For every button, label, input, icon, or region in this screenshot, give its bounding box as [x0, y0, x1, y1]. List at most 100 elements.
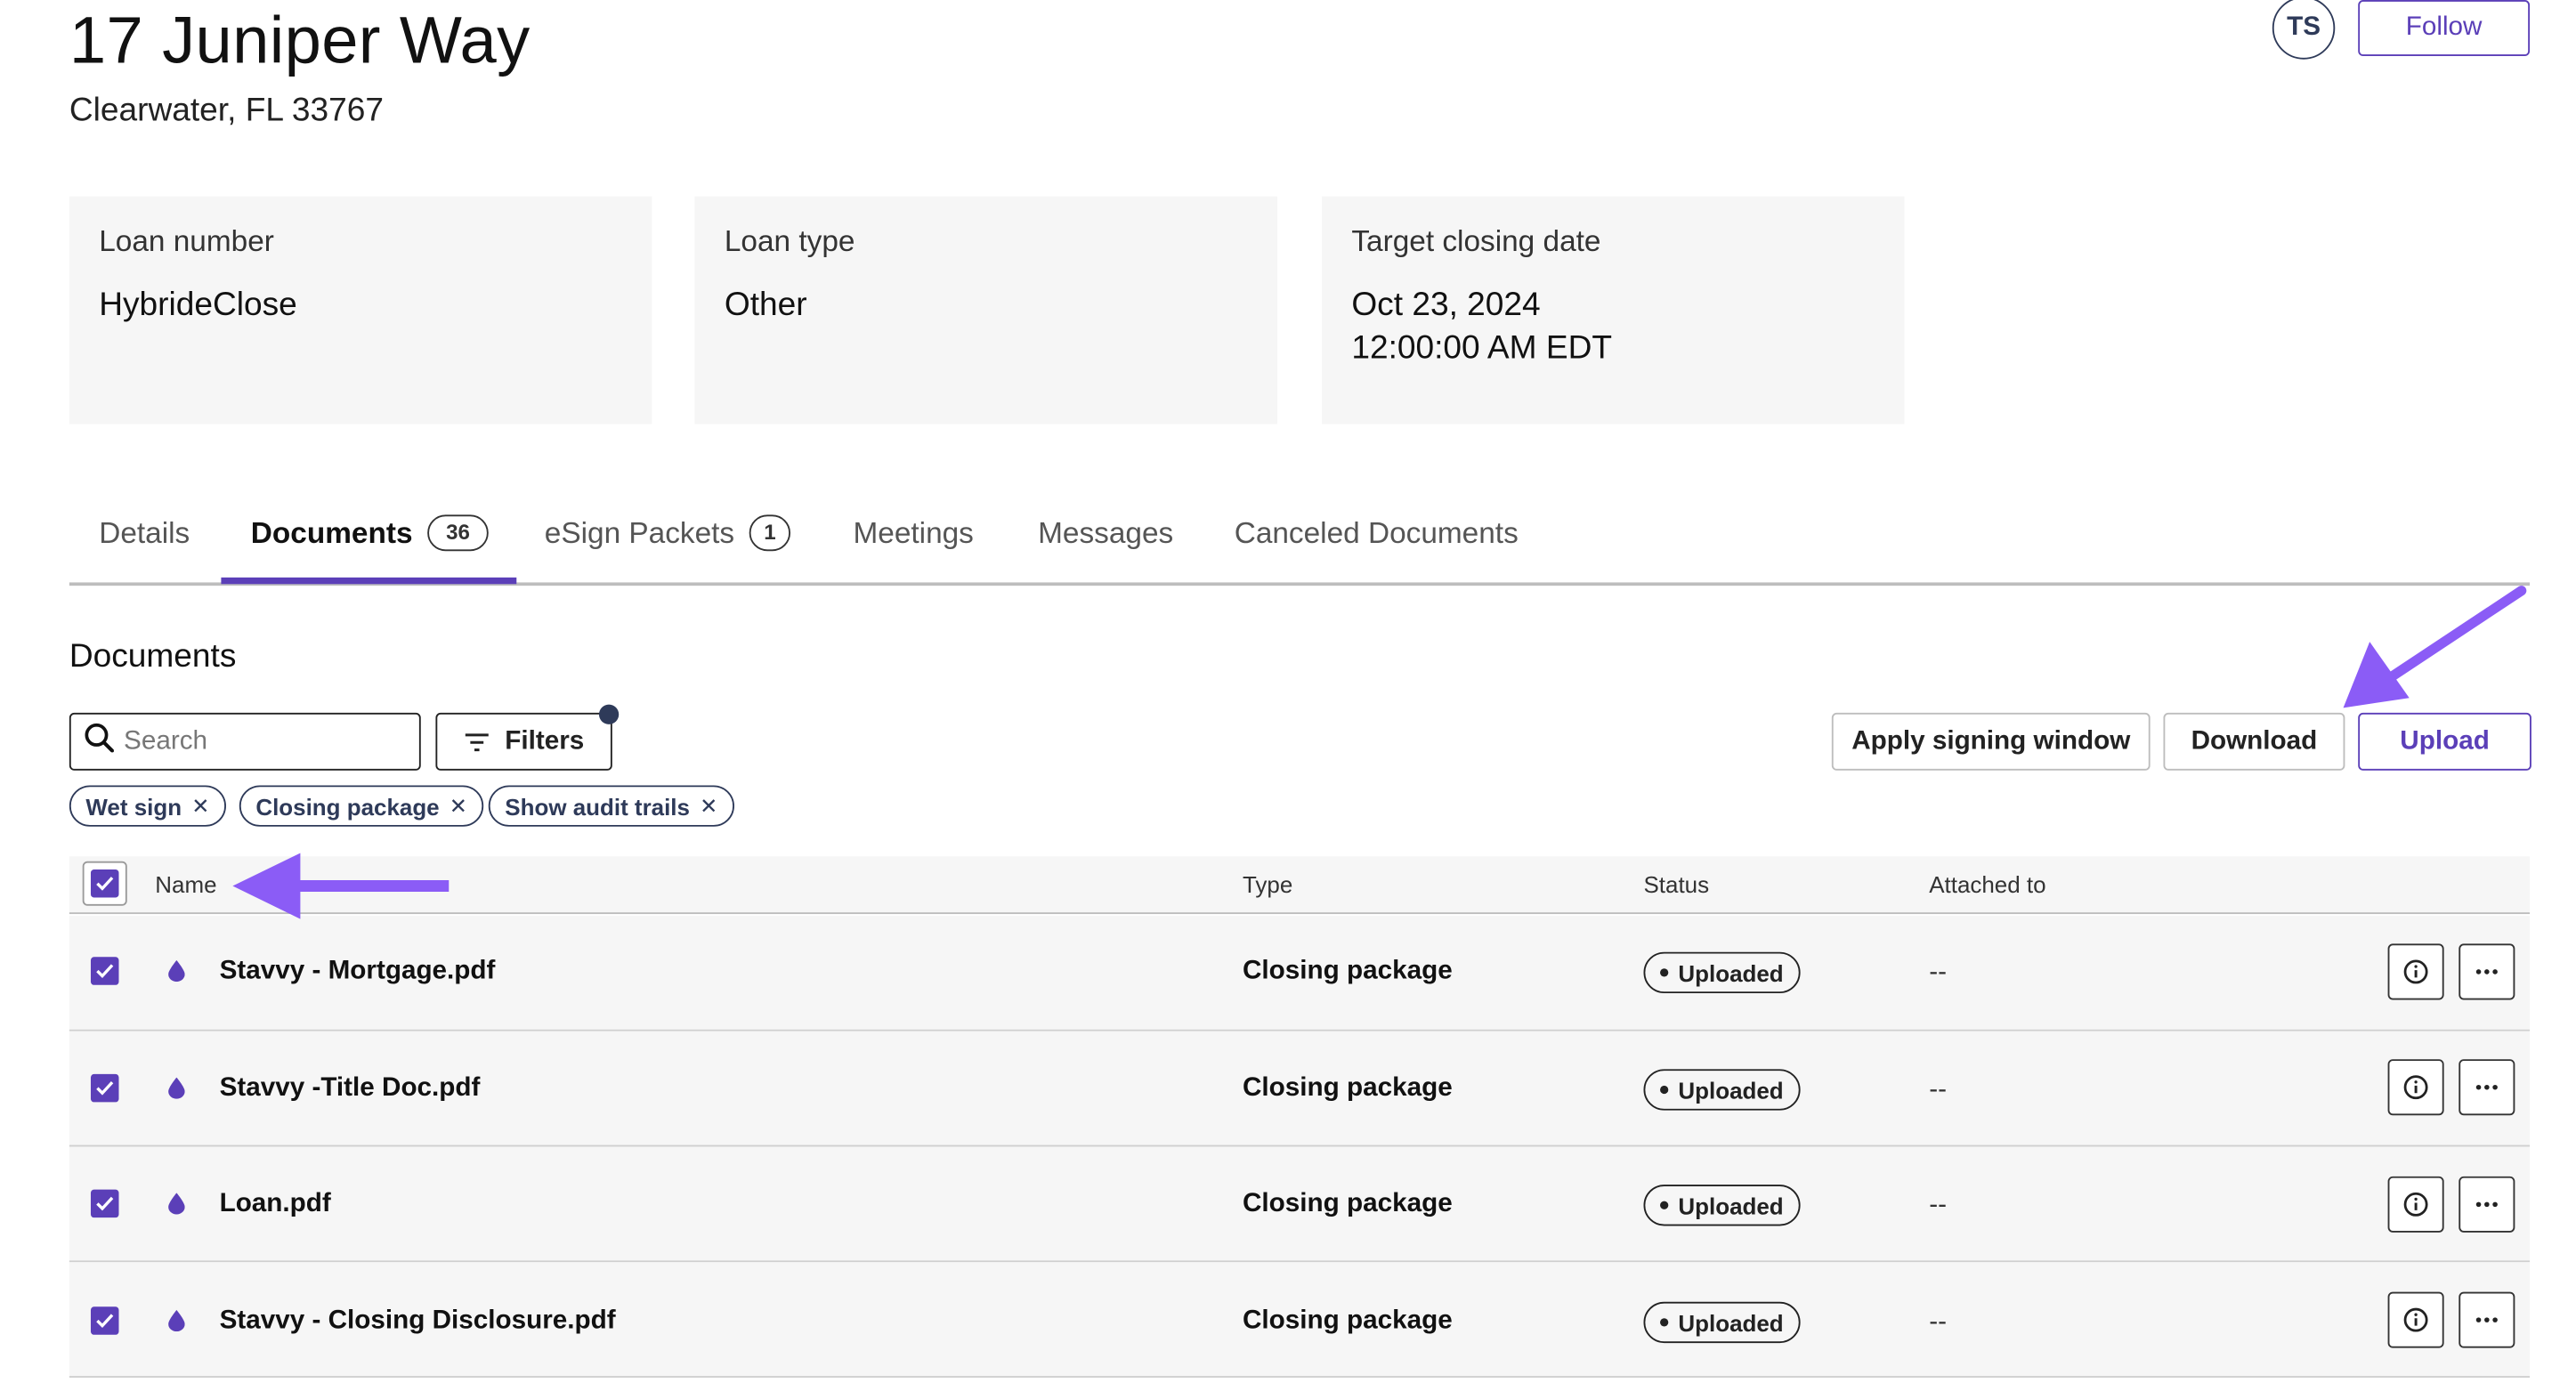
card-value-time: 12:00:00 AM EDT	[1351, 329, 1613, 367]
target-closing-date-card: Target closing date Oct 23, 2024 12:00:0…	[1321, 196, 1905, 425]
filter-chip-closing-package[interactable]: Closing package ✕	[239, 785, 484, 827]
status-label: Uploaded	[1678, 959, 1784, 986]
attached-to-value: --	[1929, 1308, 1947, 1337]
row-checkbox[interactable]	[90, 1189, 119, 1218]
select-all-checkbox[interactable]	[82, 861, 127, 906]
table-header	[69, 856, 2531, 915]
info-button[interactable]	[2387, 1059, 2444, 1116]
info-icon	[2402, 1074, 2429, 1101]
tab-messages[interactable]: Messages	[1038, 512, 1173, 554]
row-checkbox[interactable]	[90, 1073, 119, 1103]
search-box[interactable]	[69, 712, 421, 771]
check-icon	[90, 869, 119, 898]
info-button[interactable]	[2387, 943, 2444, 1000]
status-label: Uploaded	[1678, 1192, 1784, 1219]
chip-label: Wet sign	[85, 792, 182, 820]
filter-icon	[464, 732, 490, 751]
download-button[interactable]: Download	[2163, 712, 2345, 771]
tab-label: Meetings	[853, 516, 974, 550]
page-subtitle: Clearwater, FL 33767	[69, 92, 385, 129]
document-name[interactable]: Stavvy - Closing Disclosure.pdf	[220, 1306, 616, 1336]
filters-label: Filters	[505, 726, 585, 756]
row-checkbox[interactable]	[90, 1306, 119, 1335]
wet-sign-drop-icon	[168, 959, 185, 990]
tab-esign-packets[interactable]: eSign Packets 1	[544, 512, 791, 554]
filters-button[interactable]: Filters	[435, 712, 612, 771]
wet-sign-drop-icon	[168, 1193, 185, 1222]
card-label: Loan number	[99, 224, 274, 258]
column-header-type[interactable]: Type	[1243, 871, 1292, 898]
card-value: Other	[724, 287, 807, 324]
wet-sign-drop-icon	[168, 1077, 185, 1107]
status-badge: Uploaded	[1643, 951, 1801, 994]
info-button[interactable]	[2387, 1176, 2444, 1233]
section-title: Documents	[69, 638, 237, 675]
filter-active-dot	[598, 704, 620, 724]
loan-type-card: Loan type Other	[694, 196, 1277, 425]
more-icon	[2475, 1084, 2499, 1090]
document-type: Closing package	[1242, 957, 1453, 985]
active-tab-indicator	[221, 577, 517, 585]
tab-label: Canceled Documents	[1234, 516, 1519, 550]
avatar[interactable]: TS	[2272, 0, 2336, 60]
attached-to-value: --	[1929, 1075, 1947, 1104]
tab-label: Messages	[1038, 516, 1174, 550]
more-actions-button[interactable]	[2459, 943, 2515, 1000]
document-name[interactable]: Stavvy -Title Doc.pdf	[220, 1074, 481, 1104]
more-actions-button[interactable]	[2459, 1176, 2515, 1233]
filter-chip-show-audit-trails[interactable]: Show audit trails ✕	[488, 785, 734, 827]
card-value: Oct 23, 2024	[1351, 287, 1541, 324]
follow-button[interactable]: Follow	[2358, 0, 2531, 57]
apply-signing-window-button[interactable]: Apply signing window	[1831, 712, 2151, 771]
status-badge: Uploaded	[1643, 1069, 1801, 1111]
status-label: Uploaded	[1678, 1309, 1784, 1336]
info-button[interactable]	[2387, 1291, 2444, 1348]
close-icon[interactable]: ✕	[450, 793, 467, 820]
chip-label: Show audit trails	[505, 792, 690, 820]
document-type: Closing package	[1242, 1306, 1453, 1335]
status-label: Uploaded	[1678, 1076, 1784, 1104]
tab-label: Documents	[250, 516, 413, 550]
more-actions-button[interactable]	[2459, 1059, 2515, 1116]
more-actions-button[interactable]	[2459, 1291, 2515, 1348]
more-icon	[2475, 1316, 2499, 1322]
tab-canceled-documents[interactable]: Canceled Documents	[1235, 512, 1519, 554]
attached-to-value: --	[1929, 1191, 1947, 1220]
chip-label: Closing package	[255, 792, 440, 820]
more-icon	[2475, 968, 2499, 975]
document-name[interactable]: Stavvy - Mortgage.pdf	[220, 957, 496, 986]
card-label: Loan type	[724, 224, 855, 258]
filter-chip-wet-sign[interactable]: Wet sign ✕	[69, 785, 226, 827]
tab-meetings[interactable]: Meetings	[853, 512, 973, 554]
loan-number-card: Loan number HybrideClose	[69, 196, 652, 425]
document-name[interactable]: Loan.pdf	[220, 1190, 331, 1219]
card-value: HybrideClose	[99, 287, 297, 324]
info-icon	[2402, 1306, 2429, 1333]
attached-to-value: --	[1929, 958, 1947, 987]
arrow-to-upload	[2343, 586, 2527, 708]
page-title: 17 Juniper Way	[69, 4, 531, 78]
info-icon	[2402, 1192, 2429, 1218]
info-icon	[2402, 958, 2429, 985]
status-badge: Uploaded	[1643, 1185, 1801, 1226]
tab-label: eSign Packets	[544, 516, 735, 550]
close-icon[interactable]: ✕	[191, 793, 209, 820]
wet-sign-drop-icon	[168, 1309, 185, 1339]
search-input[interactable]	[120, 724, 408, 758]
document-type: Closing package	[1242, 1189, 1453, 1218]
tab-details[interactable]: Details	[99, 512, 190, 554]
column-header-status[interactable]: Status	[1643, 871, 1709, 898]
row-checkbox[interactable]	[90, 957, 119, 985]
close-icon[interactable]: ✕	[700, 793, 717, 820]
tab-documents[interactable]: Documents 36	[251, 512, 489, 554]
tab-label: Details	[99, 516, 190, 550]
document-type: Closing package	[1242, 1073, 1453, 1103]
column-header-attached-to[interactable]: Attached to	[1929, 871, 2045, 898]
column-header-name[interactable]: Name	[155, 871, 216, 898]
tab-count-badge: 1	[749, 514, 791, 552]
upload-button[interactable]: Upload	[2358, 712, 2531, 771]
card-label: Target closing date	[1351, 224, 1601, 258]
more-icon	[2475, 1201, 2499, 1208]
status-badge: Uploaded	[1643, 1301, 1801, 1344]
tab-count-badge: 36	[427, 514, 489, 552]
